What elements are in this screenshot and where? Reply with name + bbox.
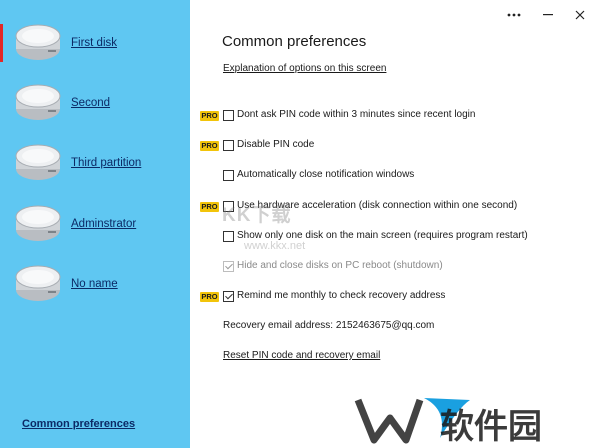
disk-item-adminstrator[interactable]: Adminstrator — [0, 197, 190, 251]
option-dont-ask-pin: PRO Dont ask PIN code within 3 minutes s… — [190, 108, 590, 126]
option-auto-close-notifications: Automatically close notification windows — [190, 168, 590, 186]
checkbox[interactable] — [223, 291, 234, 302]
disk-label[interactable]: No name — [71, 278, 118, 290]
more-dots-icon[interactable] — [503, 5, 525, 25]
checkbox[interactable] — [223, 140, 234, 151]
hard-disk-icon — [15, 84, 61, 120]
page-title: Common preferences — [222, 33, 367, 50]
watermark-url: www.kkx.net — [244, 240, 306, 252]
option-remind-monthly: PRO Remind me monthly to check recovery … — [190, 289, 590, 307]
disk-label[interactable]: First disk — [71, 37, 117, 49]
hard-disk-icon — [15, 205, 61, 241]
hard-disk-icon — [15, 144, 61, 180]
reset-pin-link[interactable]: Reset PIN code and recovery email — [223, 350, 380, 361]
pro-badge: PRO — [200, 141, 219, 151]
option-hide-on-reboot: Hide and close disks on PC reboot (shutd… — [190, 259, 590, 277]
option-label[interactable]: Disable PIN code — [237, 139, 314, 150]
option-label[interactable]: Automatically close notification windows — [237, 169, 414, 180]
disk-label[interactable]: Second — [71, 97, 110, 109]
disk-item-no-name[interactable]: No name — [0, 257, 190, 311]
option-label[interactable]: Dont ask PIN code within 3 minutes since… — [237, 109, 475, 120]
checkbox[interactable] — [223, 170, 234, 181]
pro-badge: PRO — [200, 202, 219, 212]
checkbox[interactable] — [223, 110, 234, 121]
recovery-email-text: Recovery email address: 2152463675@qq.co… — [223, 320, 435, 331]
checkbox — [223, 261, 234, 272]
disk-item-second[interactable]: Second — [0, 76, 190, 130]
minimize-icon[interactable] — [537, 5, 559, 25]
pro-badge: PRO — [200, 111, 219, 121]
hard-disk-icon — [15, 265, 61, 301]
pro-badge: PRO — [200, 292, 219, 302]
checkbox[interactable] — [223, 231, 234, 242]
option-label[interactable]: Remind me monthly to check recovery addr… — [237, 290, 445, 301]
hard-disk-icon — [15, 24, 61, 60]
disk-item-third-partition[interactable]: Third partition — [0, 136, 190, 190]
watermark-brand: 软件园 — [440, 408, 542, 446]
disk-item-first-disk[interactable]: First disk — [0, 16, 190, 70]
option-label: Hide and close disks on PC reboot (shutd… — [237, 260, 443, 271]
watermark-text: KK下载 — [222, 205, 292, 226]
option-disable-pin: PRO Disable PIN code — [190, 138, 590, 156]
common-preferences-link[interactable]: Common preferences — [22, 418, 135, 430]
explanation-link[interactable]: Explanation of options on this screen — [223, 63, 386, 74]
disk-label[interactable]: Third partition — [71, 157, 141, 169]
close-icon[interactable] — [569, 5, 591, 25]
watermark-logo: 软件园 — [354, 398, 542, 446]
disk-label[interactable]: Adminstrator — [71, 218, 136, 230]
active-indicator — [0, 24, 3, 62]
sidebar: First disk Second Third partition Admins… — [0, 0, 190, 448]
